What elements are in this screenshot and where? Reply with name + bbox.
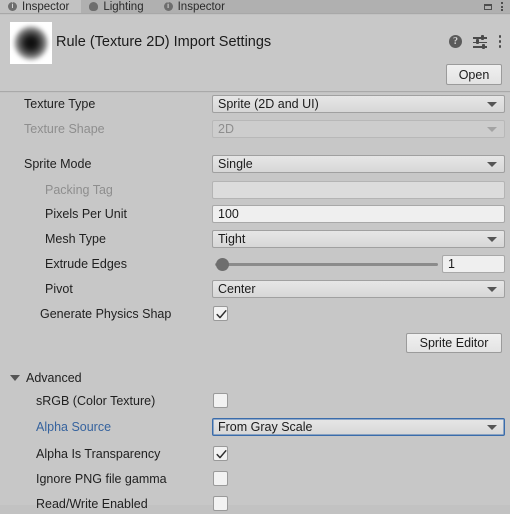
row-pixels-per-unit: Pixels Per Unit 100: [0, 205, 510, 224]
label-texture-shape: Texture Shape: [24, 122, 105, 136]
mesh-type-value: Tight: [218, 232, 246, 246]
label-packing-tag: Packing Tag: [45, 183, 113, 197]
tab-bar-spacer: [236, 0, 484, 13]
ignore-png-gamma-checkbox[interactable]: [213, 471, 228, 486]
tab-label: Inspector: [177, 0, 225, 13]
label-extrude-edges: Extrude Edges: [45, 257, 127, 271]
tab-lighting[interactable]: Lighting: [81, 0, 156, 13]
extrude-edges-slider[interactable]: [215, 258, 438, 271]
pixels-per-unit-input[interactable]: 100: [212, 205, 505, 223]
texture-type-dropdown[interactable]: Sprite (2D and UI): [212, 95, 505, 113]
label-ignore-png-gamma: Ignore PNG file gamma: [36, 472, 167, 486]
row-alpha-is-transparency: Alpha Is Transparency: [0, 445, 510, 464]
mesh-type-dropdown[interactable]: Tight: [212, 230, 505, 248]
row-srgb: sRGB (Color Texture): [0, 392, 510, 411]
sprite-mode-value: Single: [218, 157, 253, 171]
label-alpha-source: Alpha Source: [36, 420, 112, 434]
editor-tab-bar: i Inspector Lighting i Inspector: [0, 0, 510, 14]
generate-physics-shape-checkbox[interactable]: [213, 306, 228, 321]
advanced-foldout-label: Advanced: [26, 371, 82, 385]
header-icon-group: ?: [449, 35, 502, 49]
texture-thumbnail-image: [14, 26, 48, 60]
srgb-checkbox[interactable]: [213, 393, 228, 408]
chevron-down-icon: [487, 127, 497, 132]
tab-label: Inspector: [22, 0, 70, 13]
alpha-is-transparency-checkbox[interactable]: [213, 446, 228, 461]
row-mesh-type: Mesh Type Tight: [0, 230, 510, 249]
tab-label: Lighting: [103, 0, 144, 13]
row-alpha-source: Alpha Source From Gray Scale: [0, 418, 510, 437]
bulb-icon: [89, 2, 99, 11]
packing-tag-input: [212, 181, 505, 199]
more-menu-icon[interactable]: [498, 35, 502, 48]
info-icon: i: [8, 2, 17, 11]
row-sprite-mode: Sprite Mode Single: [0, 155, 510, 174]
help-icon[interactable]: ?: [449, 35, 462, 48]
read-write-enabled-checkbox[interactable]: [213, 496, 228, 511]
checkmark-icon: [216, 310, 227, 319]
label-sprite-mode: Sprite Mode: [24, 157, 92, 171]
label-alpha-is-transparency: Alpha Is Transparency: [36, 447, 161, 461]
extrude-edges-input[interactable]: 1: [442, 255, 505, 273]
checkmark-icon: [216, 450, 227, 459]
pivot-value: Center: [218, 282, 256, 296]
chevron-down-icon: [487, 425, 497, 430]
row-generate-physics-shape: Generate Physics Shap: [0, 305, 510, 324]
chevron-down-icon: [487, 162, 497, 167]
chevron-down-icon: [487, 287, 497, 292]
extrude-edges-value: 1: [448, 257, 455, 271]
sprite-editor-button[interactable]: Sprite Editor: [406, 333, 502, 353]
row-texture-shape: Texture Shape 2D: [0, 120, 510, 139]
texture-thumbnail: [10, 22, 52, 64]
texture-type-value: Sprite (2D and UI): [218, 97, 319, 111]
inspector-header: Rule (Texture 2D) Import Settings ? Open: [0, 15, 510, 92]
texture-shape-dropdown: 2D: [212, 120, 505, 138]
label-mesh-type: Mesh Type: [45, 232, 106, 246]
row-extrude-edges: Extrude Edges 1: [0, 255, 510, 274]
label-pixels-per-unit: Pixels Per Unit: [45, 207, 127, 221]
texture-shape-value: 2D: [218, 122, 234, 136]
slider-handle[interactable]: [216, 258, 229, 271]
row-ignore-png-gamma: Ignore PNG file gamma: [0, 470, 510, 489]
label-texture-type: Texture Type: [24, 97, 96, 111]
label-srgb: sRGB (Color Texture): [36, 394, 156, 408]
page-title: Rule (Texture 2D) Import Settings: [56, 34, 272, 50]
label-generate-physics-shape: Generate Physics Shap: [40, 307, 172, 321]
slider-track: [215, 263, 438, 266]
row-pivot: Pivot Center: [0, 280, 510, 299]
alpha-source-value: From Gray Scale: [218, 420, 313, 434]
label-pivot: Pivot: [45, 282, 73, 296]
tab-inspector-1[interactable]: i Inspector: [0, 0, 82, 13]
label-read-write-enabled: Read/Write Enabled: [36, 497, 148, 511]
maximize-icon[interactable]: [484, 3, 492, 10]
alpha-source-dropdown[interactable]: From Gray Scale: [212, 418, 505, 436]
pixels-per-unit-value: 100: [218, 207, 239, 221]
sprite-mode-dropdown[interactable]: Single: [212, 155, 505, 173]
window-controls: [484, 0, 510, 13]
window-menu-icon[interactable]: [501, 2, 503, 11]
row-texture-type: Texture Type Sprite (2D and UI): [0, 95, 510, 114]
pivot-dropdown[interactable]: Center: [212, 280, 505, 298]
row-packing-tag: Packing Tag: [0, 181, 510, 200]
tab-inspector-2[interactable]: i Inspector: [155, 0, 237, 13]
chevron-down-icon: [487, 102, 497, 107]
chevron-down-icon: [10, 375, 20, 381]
open-button[interactable]: Open: [446, 64, 502, 85]
info-icon: i: [163, 2, 173, 11]
inspector-body: Texture Type Sprite (2D and UI) Texture …: [0, 93, 510, 511]
preset-icon[interactable]: [473, 35, 487, 49]
chevron-down-icon: [487, 237, 497, 242]
advanced-foldout[interactable]: Advanced: [10, 371, 82, 385]
